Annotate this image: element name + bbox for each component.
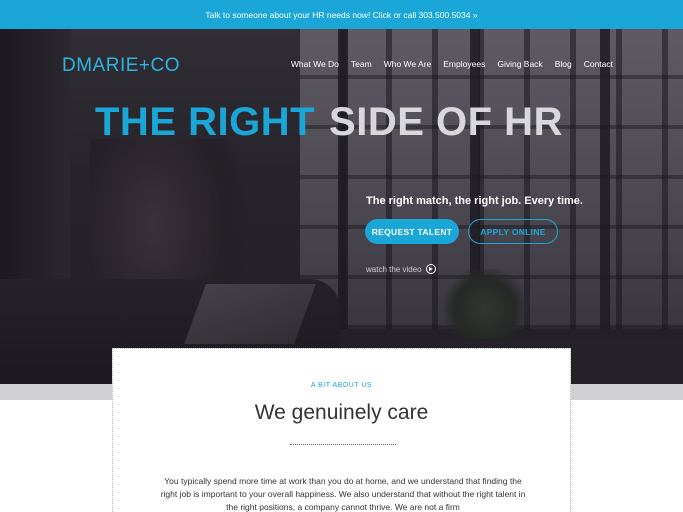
- announcement-bar[interactable]: Talk to someone about your HR needs now!…: [0, 0, 683, 29]
- nav-item-blog[interactable]: Blog: [555, 59, 572, 69]
- watch-video-link[interactable]: watch the video: [366, 264, 436, 274]
- about-title: We genuinely care: [254, 401, 429, 424]
- logo-text: DMARIE: [62, 55, 139, 76]
- about-eyebrow: A BIT ABOUT US: [310, 382, 373, 389]
- nav-item-contact[interactable]: Contact: [584, 59, 613, 69]
- site-logo[interactable]: DMARIE+CO: [62, 55, 180, 77]
- request-talent-button[interactable]: REQUEST TALENT: [365, 219, 459, 244]
- nav-item-giving-back[interactable]: Giving Back: [497, 59, 542, 69]
- nav-item-employees[interactable]: Employees: [443, 59, 485, 69]
- nav-item-team[interactable]: Team: [351, 59, 372, 69]
- headline-part-1: THE RIGHT: [95, 100, 316, 144]
- announcement-text[interactable]: Talk to someone about your HR needs now!…: [205, 10, 477, 20]
- about-divider: [290, 444, 396, 445]
- headline-part-2: SIDE OF HR: [329, 100, 563, 144]
- play-circle-icon[interactable]: [425, 264, 436, 274]
- hero-headline: THE RIGHT SIDE OF HR: [95, 100, 563, 145]
- nav-item-what-we-do[interactable]: What We Do: [291, 59, 339, 69]
- nav-item-who-we-are[interactable]: Who We Are: [384, 59, 432, 69]
- about-paragraph: You typically spend more time at work th…: [160, 476, 526, 512]
- about-card: A BIT ABOUT US We genuinely care You typ…: [112, 348, 571, 512]
- logo-suffix: CO: [150, 55, 181, 76]
- apply-online-button[interactable]: APPLY ONLINE: [468, 219, 558, 244]
- hero-tagline: The right match, the right job. Every ti…: [366, 195, 583, 207]
- watch-video-label: watch the video: [366, 264, 422, 274]
- main-nav: What We Do Team Who We Are Employees Giv…: [279, 59, 613, 69]
- logo-plus: +: [138, 55, 151, 76]
